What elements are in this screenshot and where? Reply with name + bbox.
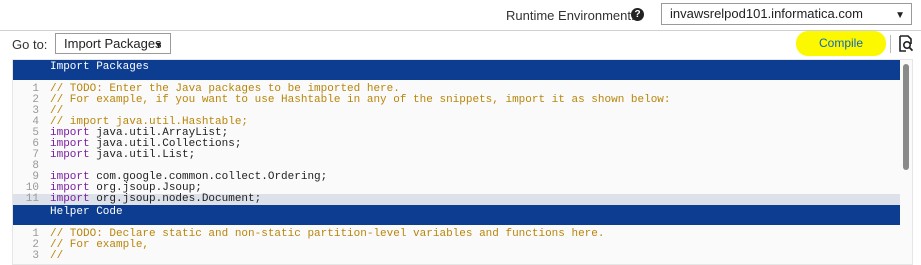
code-line[interactable]: 7 import java.util.List; bbox=[13, 150, 902, 161]
vertical-scrollbar[interactable] bbox=[900, 60, 912, 264]
question-circle-icon[interactable]: ? bbox=[631, 8, 644, 21]
comment-token: // bbox=[50, 250, 64, 262]
chevron-down-icon: ▼ bbox=[895, 10, 905, 21]
section-header: Helper Code bbox=[13, 205, 902, 225]
keyword-token: import bbox=[50, 193, 90, 205]
top-bar: Runtime Environment:* ? invawsrelpod101.… bbox=[0, 0, 921, 30]
code-token: org.jsoup.nodes.Document; bbox=[89, 193, 262, 205]
keyword-token: import bbox=[50, 149, 90, 161]
runtime-environment-text: Runtime Environment: bbox=[506, 8, 635, 23]
code-text: import java.util.List; bbox=[50, 150, 195, 161]
line-number: 3 bbox=[32, 250, 39, 262]
runtime-environment-value: invawsrelpod101.informatica.com bbox=[670, 6, 863, 21]
goto-select[interactable]: Import Packages ▼ bbox=[55, 33, 171, 54]
code-editor[interactable]: Import Packages 1// TODO: Enter the Java … bbox=[12, 59, 913, 265]
runtime-environment-select[interactable]: invawsrelpod101.informatica.com ▼ bbox=[661, 3, 912, 25]
comment-token: // For example, if you want to use Hasht… bbox=[50, 94, 671, 106]
divider bbox=[0, 30, 921, 31]
code-text: // For example, if you want to use Hasht… bbox=[50, 95, 671, 106]
line-number: 11 bbox=[25, 193, 39, 205]
comment-token: // For example, bbox=[50, 239, 150, 251]
runtime-environment-label: Runtime Environment:* bbox=[506, 8, 640, 23]
code-line[interactable]: 11 import org.jsoup.nodes.Document; bbox=[13, 194, 902, 205]
section-header: Import Packages bbox=[13, 60, 902, 80]
scrollbar-thumb[interactable] bbox=[903, 64, 909, 170]
code-line[interactable]: 2// For example, if you want to use Hash… bbox=[13, 95, 902, 106]
goto-value: Import Packages bbox=[64, 36, 162, 51]
code-text: import org.jsoup.nodes.Document; bbox=[50, 194, 261, 205]
code-text: // For example, bbox=[50, 240, 149, 251]
code-text: // bbox=[50, 251, 63, 262]
document-search-icon[interactable] bbox=[898, 35, 914, 52]
goto-label: Go to: bbox=[12, 37, 48, 52]
code-area[interactable]: Import Packages 1// TODO: Enter the Java … bbox=[13, 60, 902, 262]
code-line[interactable]: 3 // bbox=[13, 251, 902, 262]
code-token: java.util.List; bbox=[89, 149, 196, 161]
code-line[interactable]: 2// For example, bbox=[13, 240, 902, 251]
compile-button[interactable]: Compile bbox=[796, 31, 886, 56]
toolbar-separator bbox=[890, 35, 891, 53]
chevron-down-icon: ▼ bbox=[154, 40, 163, 50]
